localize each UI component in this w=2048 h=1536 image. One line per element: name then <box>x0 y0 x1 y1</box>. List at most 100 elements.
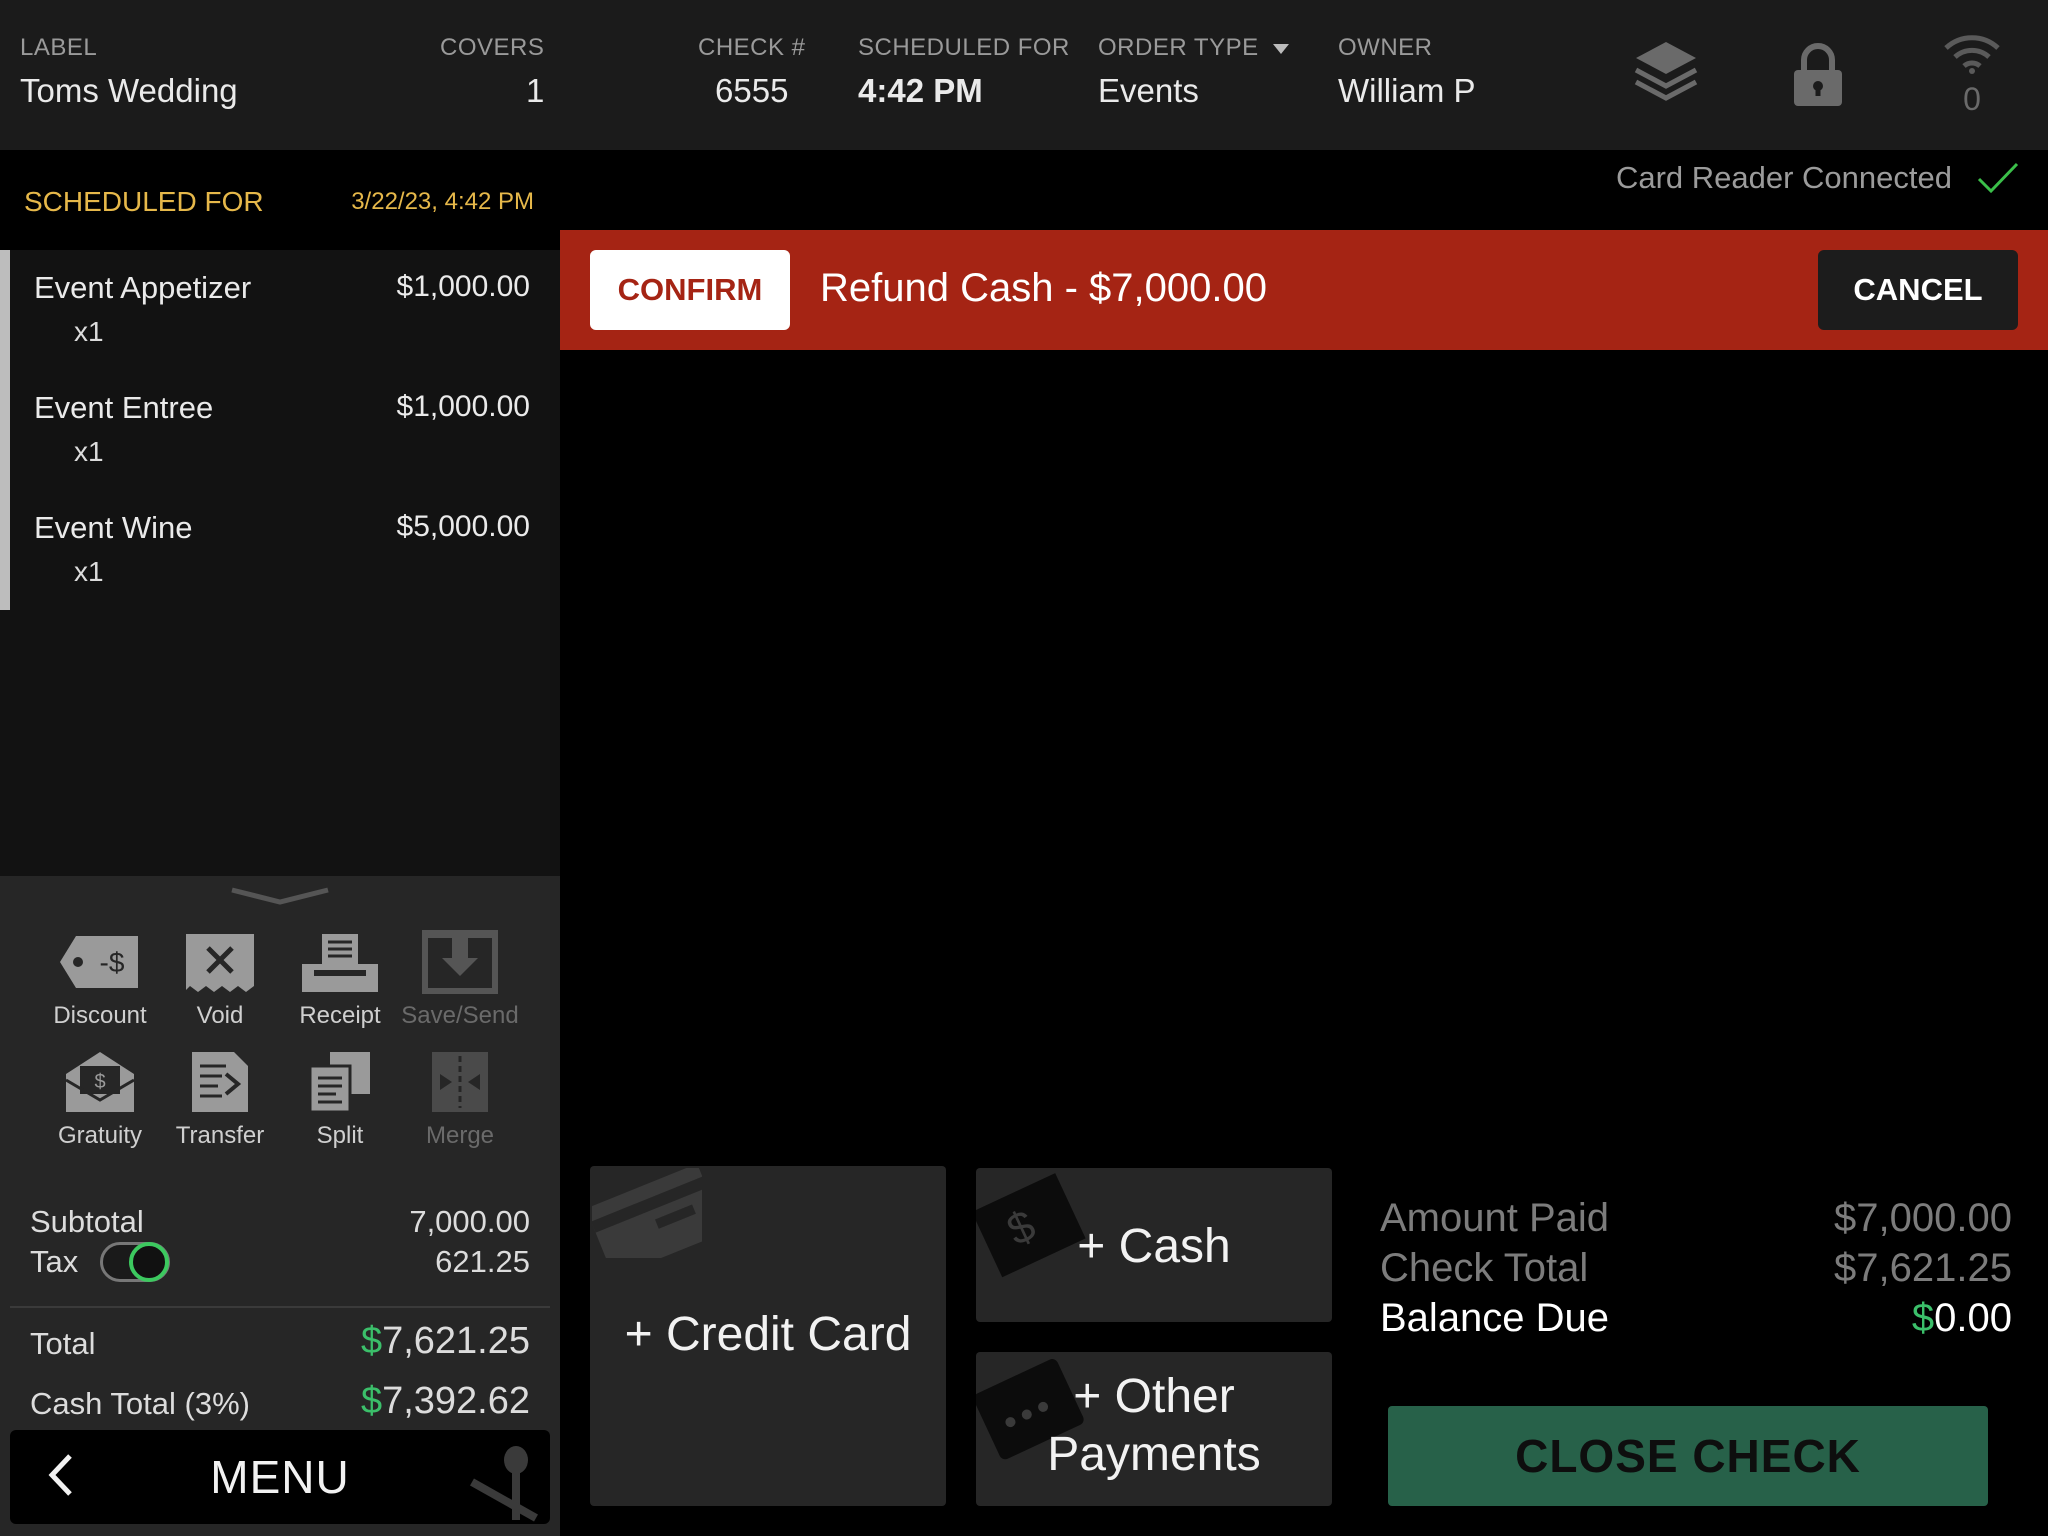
order-item[interactable]: Event Appetizer $1,000.00 x1 <box>34 250 530 370</box>
cash-total-currency: $ <box>360 1380 383 1422</box>
cash-label: + Cash <box>1077 1220 1231 1273</box>
owner-title: OWNER <box>1338 34 1433 61</box>
close-check-button[interactable]: CLOSE CHECK <box>1388 1406 1988 1506</box>
tax-value: 621.25 <box>435 1244 530 1279</box>
cash-total-value: 7,392.62 <box>382 1380 530 1422</box>
save-send-label: Save/Send <box>401 1002 519 1029</box>
order-type-field[interactable]: ORDER TYPE Events <box>1098 34 1289 110</box>
discount-tag-icon: -$ <box>60 936 138 988</box>
label-title: LABEL <box>20 34 98 61</box>
transfer-button[interactable]: Transfer <box>160 1050 280 1150</box>
covers-title: COVERS <box>440 34 545 61</box>
item-qty: x1 <box>74 316 104 347</box>
transfer-document-icon <box>192 1052 248 1112</box>
check-total-value: $7,621.25 <box>1834 1246 2012 1290</box>
subtotal-row: Subtotal 7,000.00 <box>30 1204 530 1240</box>
menu-button[interactable]: MENU <box>10 1430 550 1524</box>
item-price: $1,000.00 <box>396 390 530 423</box>
utensils-icon <box>470 1446 538 1522</box>
scheduled-for-field[interactable]: SCHEDULED FOR 4:42 PM <box>858 34 1070 110</box>
svg-text:$: $ <box>94 1071 105 1093</box>
tax-toggle[interactable] <box>100 1242 170 1282</box>
total-currency: $ <box>360 1320 383 1362</box>
check-number-title: CHECK # <box>698 34 806 61</box>
check-icon <box>1977 162 2019 194</box>
merge-label: Merge <box>425 1122 495 1149</box>
discount-button[interactable]: -$ Discount <box>40 930 160 1030</box>
refund-confirm-bar: CONFIRM Refund Cash - $7,000.00 CANCEL <box>560 230 2048 350</box>
item-price: $5,000.00 <box>396 510 530 543</box>
chevron-down-icon <box>1272 43 1289 54</box>
subtotal-label: Subtotal <box>30 1204 144 1239</box>
balance-due-currency: $ <box>1911 1296 1935 1340</box>
amount-paid-row: Amount Paid $7,000.00 <box>1380 1196 2012 1241</box>
cash-button[interactable]: $ + Cash <box>976 1168 1332 1322</box>
discount-label: Discount <box>53 1002 147 1029</box>
toggle-knob <box>129 1242 169 1282</box>
total-row: Total $7,621.25 <box>30 1320 530 1370</box>
balance-due-row: Balance Due $0.00 <box>1380 1296 2012 1341</box>
transfer-label: Transfer <box>175 1122 265 1149</box>
item-name: Event Appetizer <box>34 270 252 305</box>
receipt-label: Receipt <box>299 1002 381 1029</box>
card-reader-status: Card Reader Connected <box>1616 160 2020 196</box>
check-number-field: CHECK # 6555 <box>698 34 806 110</box>
subtotal-value: 7,000.00 <box>409 1204 530 1239</box>
item-name: Event Entree <box>34 390 214 425</box>
layers-icon[interactable] <box>1632 38 1700 113</box>
cash-total-label: Cash Total (3%) <box>30 1386 250 1421</box>
scheduled-bar[interactable]: SCHEDULED FOR 3/22/23, 4:42 PM <box>0 150 560 250</box>
save-send-icon <box>422 930 498 994</box>
top-header: LABEL Toms Wedding COVERS 1 CHECK # 6555… <box>0 0 2048 150</box>
item-price: $1,000.00 <box>396 270 530 303</box>
scheduled-for-title: SCHEDULED FOR <box>858 34 1070 61</box>
item-qty: x1 <box>74 556 104 587</box>
check-number-value: 6555 <box>715 72 789 109</box>
owner-field[interactable]: OWNER William P <box>1338 34 1476 110</box>
item-name: Event Wine <box>34 510 193 545</box>
credit-card-icon <box>592 1168 702 1258</box>
other-payments-label-line2: Payments <box>1047 1427 1261 1481</box>
gratuity-envelope-icon: $ <box>65 1052 135 1112</box>
cash-total-row: Cash Total (3%) $7,392.62 <box>30 1380 530 1430</box>
split-button[interactable]: Split <box>280 1050 400 1150</box>
printer-icon <box>302 934 378 992</box>
item-qty: x1 <box>74 436 104 467</box>
scheduled-for-value: 4:42 PM <box>858 72 983 109</box>
amount-paid-label: Amount Paid <box>1380 1196 1610 1240</box>
gratuity-button[interactable]: $ Gratuity <box>40 1050 160 1150</box>
drawer-handle-icon[interactable] <box>228 886 332 908</box>
svg-text:-$: -$ <box>100 947 125 978</box>
order-items-panel: Event Appetizer $1,000.00 x1 Event Entre… <box>0 250 560 876</box>
cancel-button[interactable]: CANCEL <box>1818 250 2018 330</box>
void-receipt-icon <box>186 934 254 992</box>
void-label: Void <box>196 1002 244 1029</box>
order-item[interactable]: Event Entree $1,000.00 x1 <box>34 370 530 490</box>
credit-card-label: + Credit Card <box>624 1308 912 1361</box>
label-field[interactable]: LABEL Toms Wedding <box>20 34 238 110</box>
total-value: 7,621.25 <box>382 1320 530 1362</box>
order-item[interactable]: Event Wine $5,000.00 x1 <box>34 490 530 610</box>
other-payments-button[interactable]: + Other Payments <box>976 1352 1332 1506</box>
wifi-icon[interactable]: 0 <box>1940 30 2004 118</box>
wifi-count: 0 <box>1963 81 1981 117</box>
other-payments-label-line1: + Other <box>1073 1370 1235 1423</box>
order-type-value: Events <box>1098 72 1199 109</box>
void-button[interactable]: Void <box>160 930 280 1030</box>
owner-value: William P <box>1338 72 1476 109</box>
confirm-button[interactable]: CONFIRM <box>590 250 790 330</box>
merge-icon <box>432 1052 488 1112</box>
check-total-row: Check Total $7,621.25 <box>1380 1246 2012 1291</box>
credit-card-button[interactable]: + Credit Card <box>590 1166 946 1506</box>
covers-field[interactable]: COVERS 1 <box>440 34 544 110</box>
merge-button[interactable]: Merge <box>400 1050 520 1150</box>
check-total-label: Check Total <box>1380 1246 1589 1290</box>
split-label: Split <box>316 1122 364 1149</box>
total-label: Total <box>30 1326 96 1361</box>
scheduled-label: SCHEDULED FOR <box>24 186 264 217</box>
save-send-button[interactable]: Save/Send <box>400 930 520 1030</box>
lock-icon[interactable] <box>1790 40 1846 115</box>
scheduled-date: 3/22/23, 4:42 PM <box>351 188 534 215</box>
refund-message: Refund Cash - $7,000.00 <box>820 266 1267 310</box>
receipt-button[interactable]: Receipt <box>280 930 400 1030</box>
